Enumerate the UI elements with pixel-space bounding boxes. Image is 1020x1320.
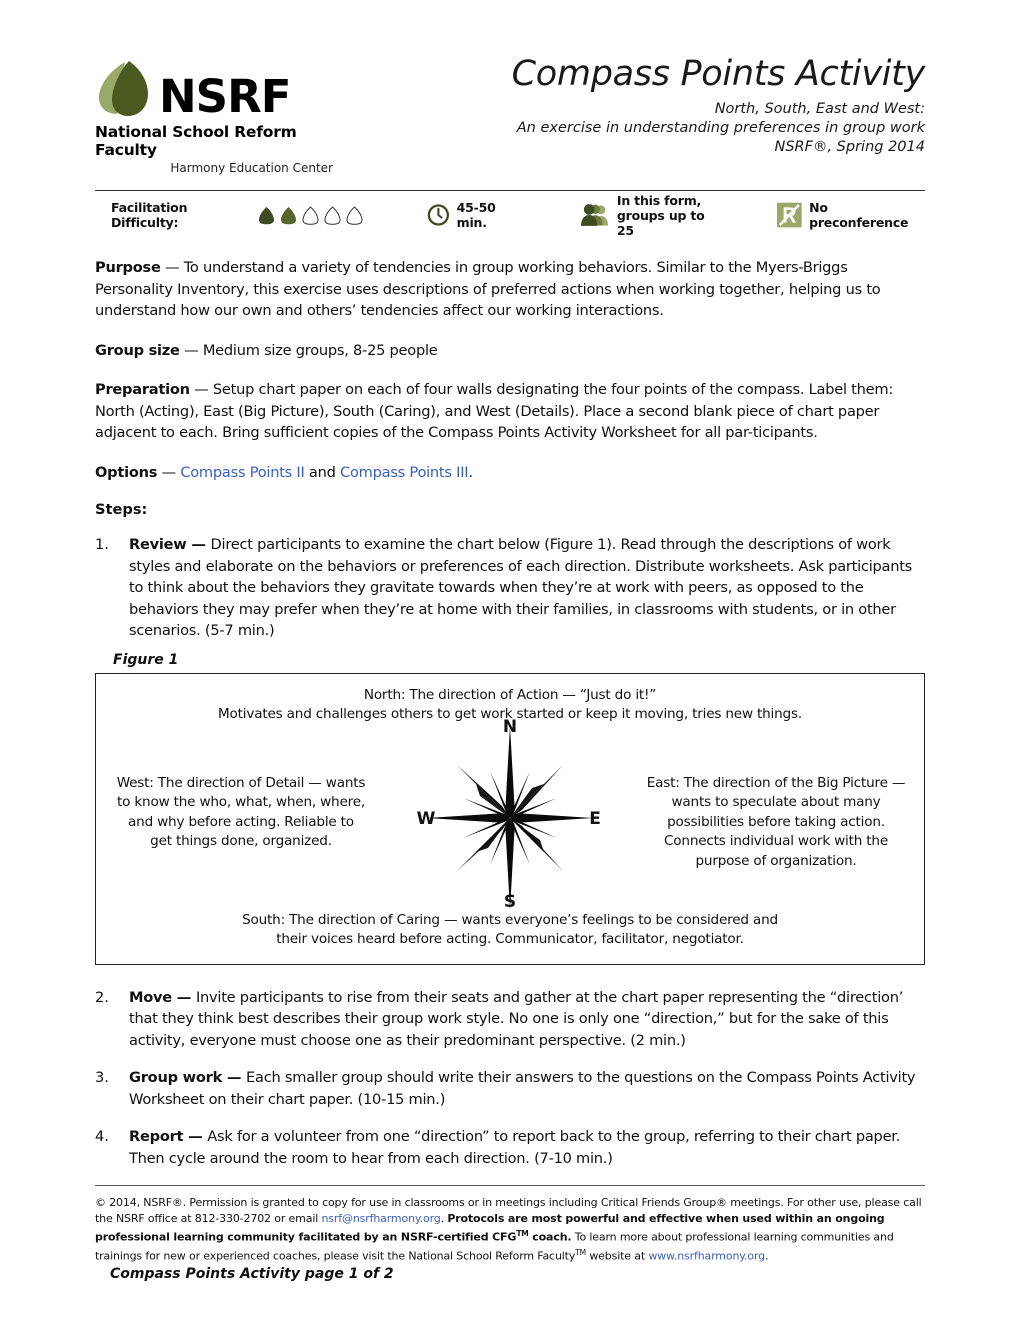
step-body: Group work — Each smaller group should w… (129, 1067, 925, 1110)
step-body: Move — Invite participants to rise from … (129, 987, 925, 1052)
page-number-footer: Compass Points Activity page 1 of 2 (110, 1266, 394, 1282)
document-page: NSRF National School Reform Faculty Harm… (0, 0, 1020, 1320)
document-subtitle: North, South, East and West: An exercise… (335, 100, 925, 157)
figure-caption: Figure 1 (113, 651, 179, 668)
step-item: 4. Report — Ask for a volunteer from one… (95, 1126, 925, 1169)
options-and: and (304, 463, 341, 481)
compass-rose-graphic: N S E W (415, 716, 605, 912)
difficulty-label: Facilitation Difficulty: (111, 200, 188, 230)
logo-org-name: National School Reform Faculty (95, 123, 297, 159)
step-text: Direct participants to examine the chart… (129, 536, 913, 639)
preparation-label: Preparation (95, 381, 190, 398)
subtitle-line-3: NSRF®, Spring 2014 (774, 139, 926, 155)
step-text: Ask for a volunteer from one “direction”… (129, 1128, 901, 1167)
figure-west-text: West: The direction of Detail — wants to… (116, 774, 366, 850)
figure-south-text: South: The direction of Caring — wants e… (180, 911, 840, 950)
no-preconference-icon (777, 202, 803, 228)
purpose-label: Purpose (95, 259, 161, 276)
figure-east-text: East: The direction of the Big Picture —… (646, 774, 906, 869)
duration-group: 45-50 min. (427, 200, 526, 230)
group-size-text: In this form, groups up to 25 (617, 193, 720, 238)
difficulty-group: Facilitation Difficulty: (111, 200, 368, 230)
copyright-part-5: . (765, 1250, 769, 1264)
figure-1-box: North: The direction of Action — “Just d… (95, 672, 925, 965)
compass-points-ii-link[interactable]: Compass Points II (180, 464, 304, 481)
group-size-line-2: groups up to 25 (616, 207, 705, 238)
document-content: Purpose — To understand a variety of ten… (95, 239, 925, 1265)
copyright-bold-part-2: coach. (528, 1230, 572, 1244)
steps-heading: Steps: (95, 501, 148, 518)
leaf-empty-icon (302, 205, 319, 225)
footer-divider (95, 1185, 925, 1186)
step-number: 1. (95, 536, 109, 553)
nsrf-trademark: TM (575, 1248, 586, 1258)
options-period: . (468, 463, 473, 481)
purpose-text: — To understand a variety of tendencies … (95, 259, 881, 319)
step-number: 4. (95, 1128, 109, 1145)
title-block: Compass Points Activity North, South, Ea… (335, 52, 926, 157)
preparation-text: — Setup chart paper on each of four wall… (95, 381, 894, 441)
duration-text: 45-50 min. (456, 200, 496, 230)
north-line-1: North: The direction of Action — “Just d… (363, 686, 657, 703)
step-number: 3. (95, 1069, 109, 1086)
leaf-empty-icon (346, 205, 363, 225)
options-paragraph: Options — Compass Points II and Compass … (95, 462, 925, 484)
leaf-filled-icon (280, 206, 296, 224)
compass-east-label: E (589, 809, 601, 829)
group-size-group: In this form, groups up to 25 (581, 193, 720, 238)
step-body: Report — Ask for a volunteer from one “d… (129, 1126, 925, 1169)
page-title: Compass Points Activity (511, 54, 926, 94)
logo-tagline: Harmony Education Center (170, 161, 333, 175)
preconference-group: No preconference (777, 200, 925, 230)
difficulty-rating (258, 205, 368, 225)
step-item: 3. Group work — Each smaller group shoul… (95, 1067, 925, 1110)
step-label: Group work — (129, 1069, 247, 1086)
subtitle-line-1: North, South, East and West: (714, 101, 925, 117)
options-dash: — (157, 463, 181, 481)
south-line-2: their voices heard before acting. Commun… (276, 931, 744, 947)
subtitle-line-2: An exercise in understanding preferences… (516, 120, 925, 136)
group-size-paragraph: Group size — Medium size groups, 8-25 pe… (95, 340, 925, 362)
step-text: Each smaller group should write their an… (129, 1069, 916, 1108)
step-body: Review — Direct participants to examine … (129, 534, 925, 642)
group-size-body-text: — Medium size groups, 8-25 people (179, 341, 438, 359)
preconference-text: No preconference (809, 200, 909, 230)
south-line-1: South: The direction of Caring — wants e… (242, 911, 778, 928)
preparation-paragraph: Preparation — Setup chart paper on each … (95, 379, 925, 444)
step-item: 1. Review — Direct participants to exami… (95, 534, 925, 642)
step-label: Review — (129, 536, 211, 553)
email-link[interactable]: nsrf@nsrfharmony.org (321, 1212, 440, 1225)
options-label: Options (95, 463, 158, 481)
compass-points-iii-link[interactable]: Compass Points III (340, 464, 469, 481)
group-size-line-1: In this form, (616, 192, 702, 208)
nsrf-leaf-logo-icon (95, 58, 157, 120)
clock-icon (427, 204, 449, 226)
leaf-empty-icon (324, 205, 341, 225)
people-icon (581, 204, 609, 226)
copyright-notice: © 2014, NSRF®. Permission is granted to … (95, 1195, 925, 1265)
step-label: Move — (129, 988, 196, 1006)
nsrf-logo: NSRF National School Reform Faculty Harm… (95, 52, 335, 175)
copyright-part-4: website at (585, 1250, 649, 1264)
step-text: Invite participants to rise from their s… (129, 988, 904, 1049)
document-header: NSRF National School Reform Faculty Harm… (95, 0, 925, 182)
step-label: Report — (129, 1128, 208, 1145)
leaf-filled-icon (258, 206, 274, 224)
step-item: 2. Move — Invite participants to rise fr… (95, 987, 925, 1052)
logo-wordmark: NSRF (159, 70, 291, 123)
step-number: 2. (95, 988, 109, 1006)
purpose-paragraph: Purpose — To understand a variety of ten… (95, 257, 925, 322)
group-size-label: Group size (95, 341, 180, 359)
website-link[interactable]: www.nsrfharmony.org (648, 1250, 765, 1263)
compass-west-label: W (417, 809, 436, 829)
metadata-bar: Facilitation Difficulty: 45-50 min. In t… (95, 191, 925, 239)
cfg-trademark: TM (516, 1229, 529, 1239)
